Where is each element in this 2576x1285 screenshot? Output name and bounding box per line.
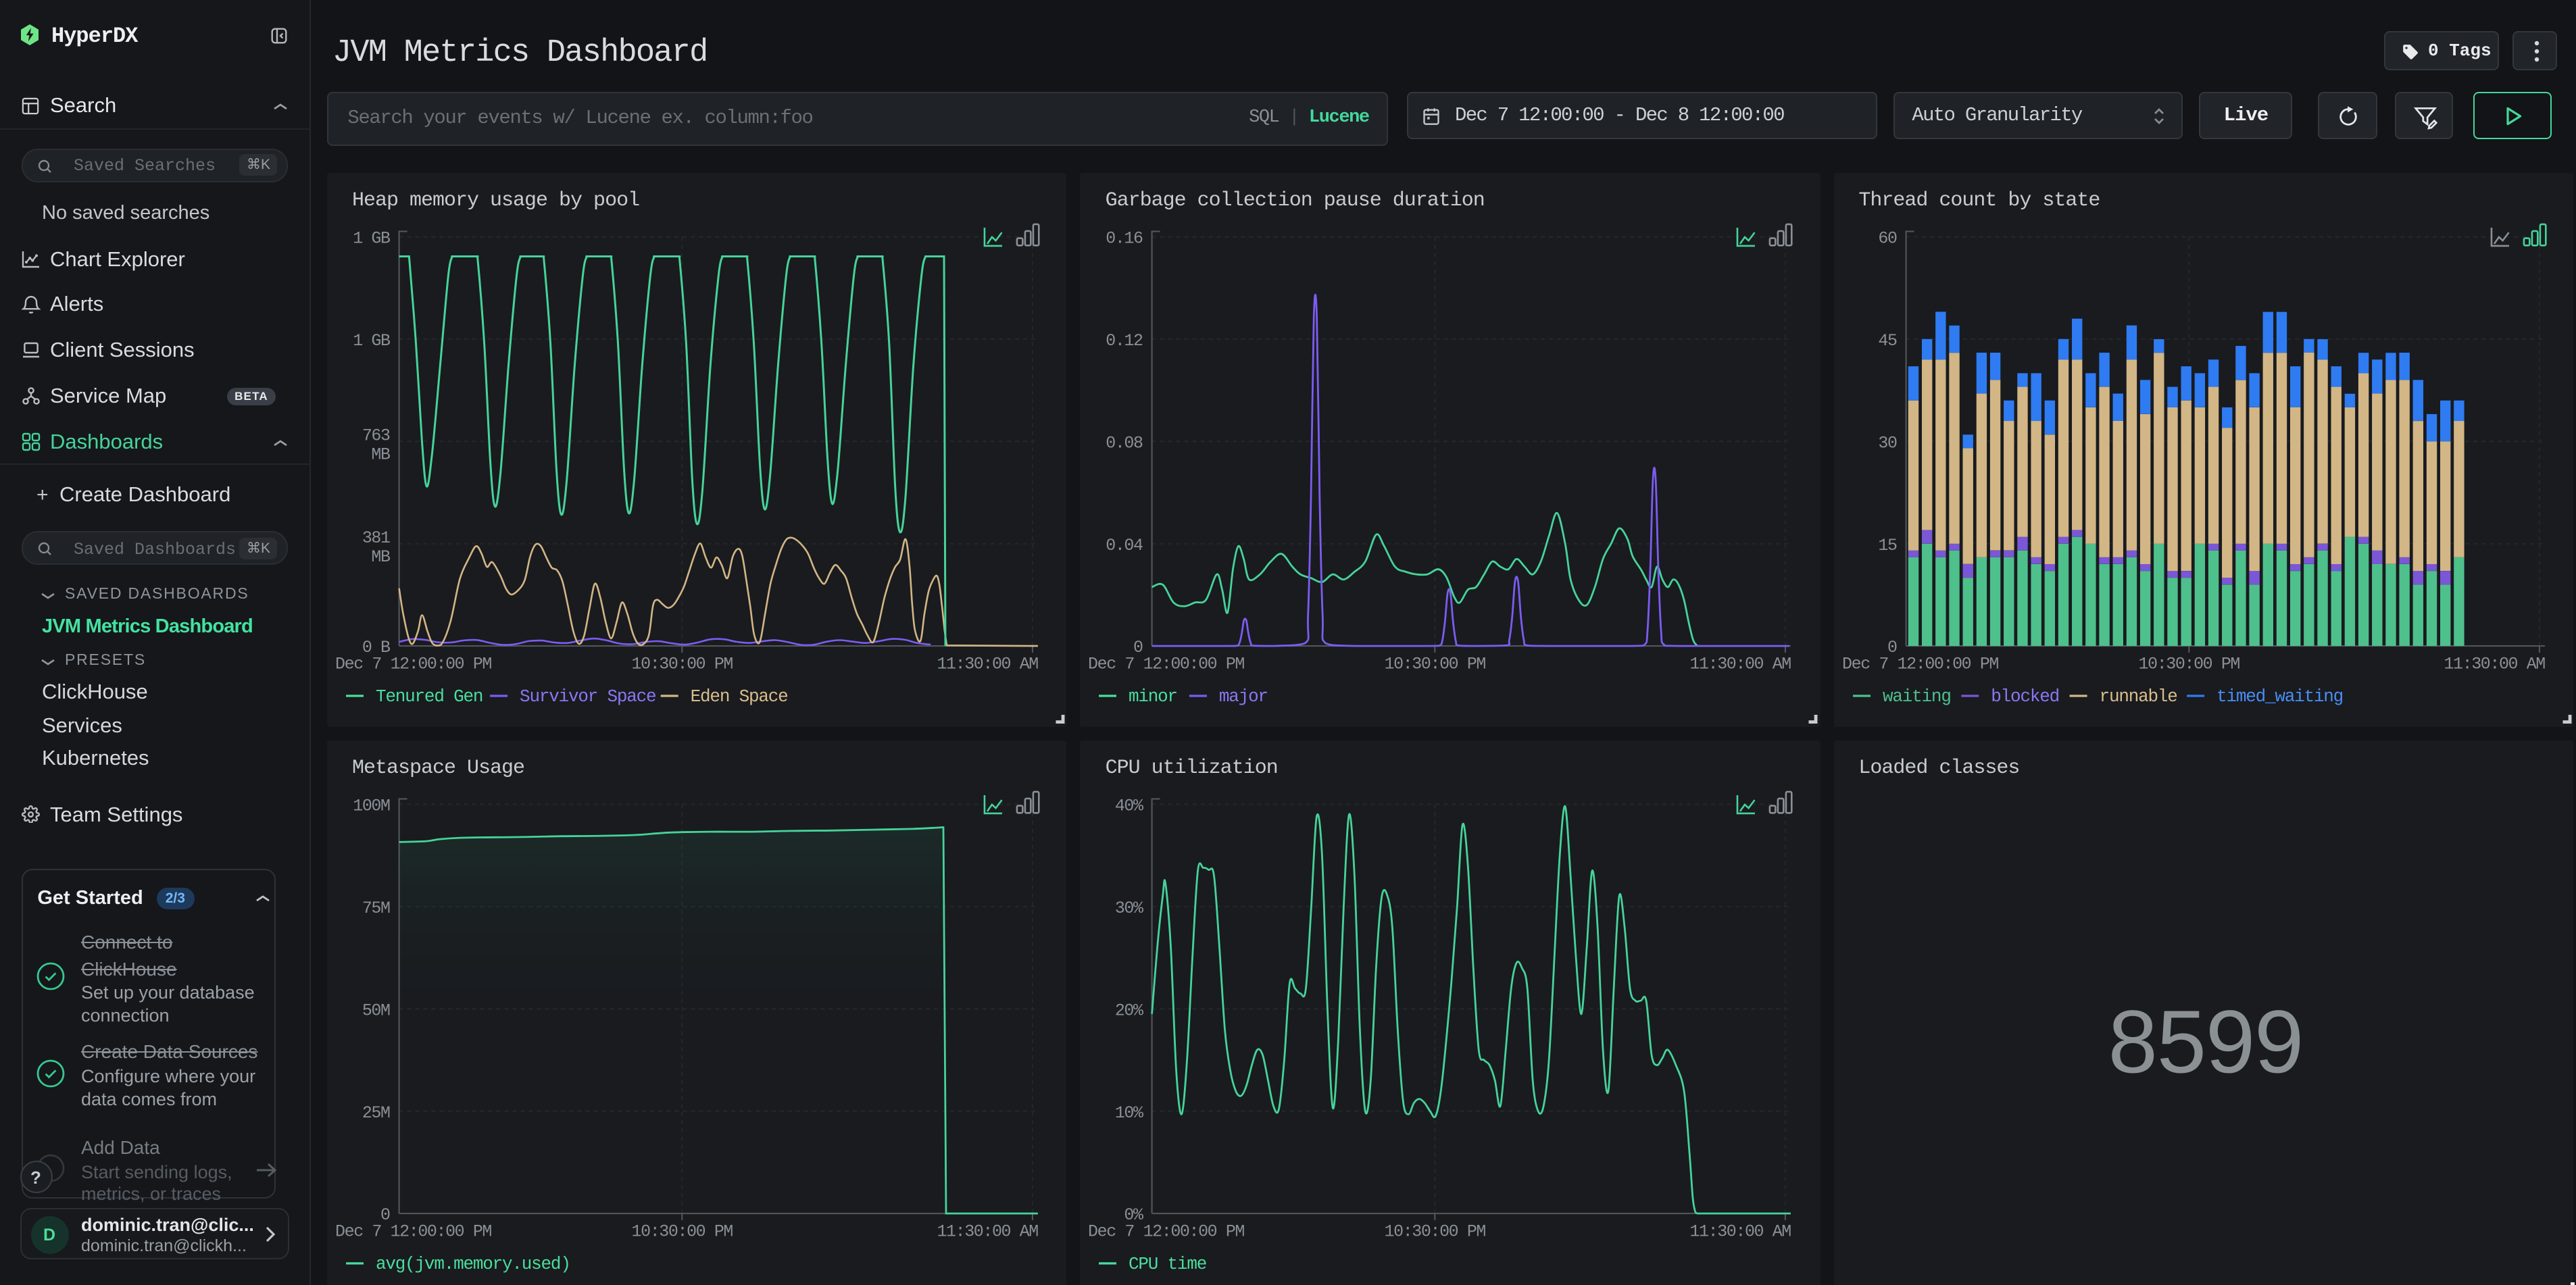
svg-text:11:30:00 AM: 11:30:00 AM — [937, 1221, 1038, 1241]
svg-text:381: 381 — [362, 528, 390, 547]
svg-text:MB: MB — [371, 445, 391, 464]
svg-text:25M: 25M — [362, 1103, 390, 1122]
svg-text:Dec 7 12:00:00 PM: Dec 7 12:00:00 PM — [1841, 654, 1998, 674]
svg-text:1 GB: 1 GB — [353, 228, 391, 248]
svg-text:0.12: 0.12 — [1106, 330, 1143, 350]
svg-text:Dec 7 12:00:00 PM: Dec 7 12:00:00 PM — [1089, 654, 1245, 674]
svg-text:15: 15 — [1878, 535, 1897, 555]
svg-text:30%: 30% — [1115, 898, 1143, 917]
svg-text:1 GB: 1 GB — [353, 330, 391, 350]
svg-text:waiting: waiting — [1882, 686, 1950, 706]
svg-text:11:30:00 AM: 11:30:00 AM — [1690, 1221, 1791, 1241]
svg-text:CPU time: CPU time — [1129, 1253, 1207, 1274]
svg-text:30: 30 — [1878, 433, 1897, 453]
svg-text:10:30:00 PM: 10:30:00 PM — [632, 1221, 733, 1241]
svg-text:runnable: runnable — [2099, 686, 2177, 706]
svg-text:Tenured Gen: Tenured Gen — [376, 686, 482, 706]
svg-text:11:30:00 AM: 11:30:00 AM — [2444, 654, 2545, 674]
svg-text:8599: 8599 — [2108, 991, 2303, 1090]
svg-text:11:30:00 AM: 11:30:00 AM — [937, 654, 1038, 674]
svg-text:Dec 7 12:00:00 PM: Dec 7 12:00:00 PM — [1089, 1221, 1245, 1241]
svg-text:MB: MB — [371, 547, 391, 566]
svg-text:Dec 7 12:00:00 PM: Dec 7 12:00:00 PM — [335, 1221, 491, 1241]
svg-text:10:30:00 PM: 10:30:00 PM — [632, 654, 733, 674]
svg-text:45: 45 — [1878, 330, 1897, 350]
svg-text:10:30:00 PM: 10:30:00 PM — [1385, 1221, 1486, 1241]
svg-text:75M: 75M — [362, 898, 390, 917]
svg-text:40%: 40% — [1115, 796, 1143, 815]
svg-text:avg(jvm.memory.used): avg(jvm.memory.used) — [376, 1253, 570, 1274]
svg-text:blocked: blocked — [1991, 686, 2059, 706]
svg-text:major: major — [1220, 686, 1268, 706]
svg-text:Survivor Space: Survivor Space — [520, 686, 655, 706]
svg-text:11:30:00 AM: 11:30:00 AM — [1690, 654, 1791, 674]
svg-text:60: 60 — [1878, 228, 1897, 248]
svg-text:0.04: 0.04 — [1106, 535, 1143, 555]
svg-text:Dec 7 12:00:00 PM: Dec 7 12:00:00 PM — [335, 654, 491, 674]
svg-text:0.16: 0.16 — [1106, 228, 1143, 248]
svg-text:minor: minor — [1129, 686, 1178, 706]
svg-text:0.08: 0.08 — [1106, 433, 1143, 453]
svg-text:20%: 20% — [1115, 1000, 1143, 1019]
svg-text:10%: 10% — [1115, 1103, 1143, 1122]
svg-text:10:30:00 PM: 10:30:00 PM — [2138, 654, 2239, 674]
svg-text:timed_waiting: timed_waiting — [2216, 686, 2342, 706]
svg-text:763: 763 — [362, 426, 390, 445]
svg-text:Eden Space: Eden Space — [691, 686, 788, 706]
svg-text:10:30:00 PM: 10:30:00 PM — [1385, 654, 1486, 674]
svg-text:100M: 100M — [353, 796, 390, 815]
svg-text:50M: 50M — [362, 1000, 390, 1019]
